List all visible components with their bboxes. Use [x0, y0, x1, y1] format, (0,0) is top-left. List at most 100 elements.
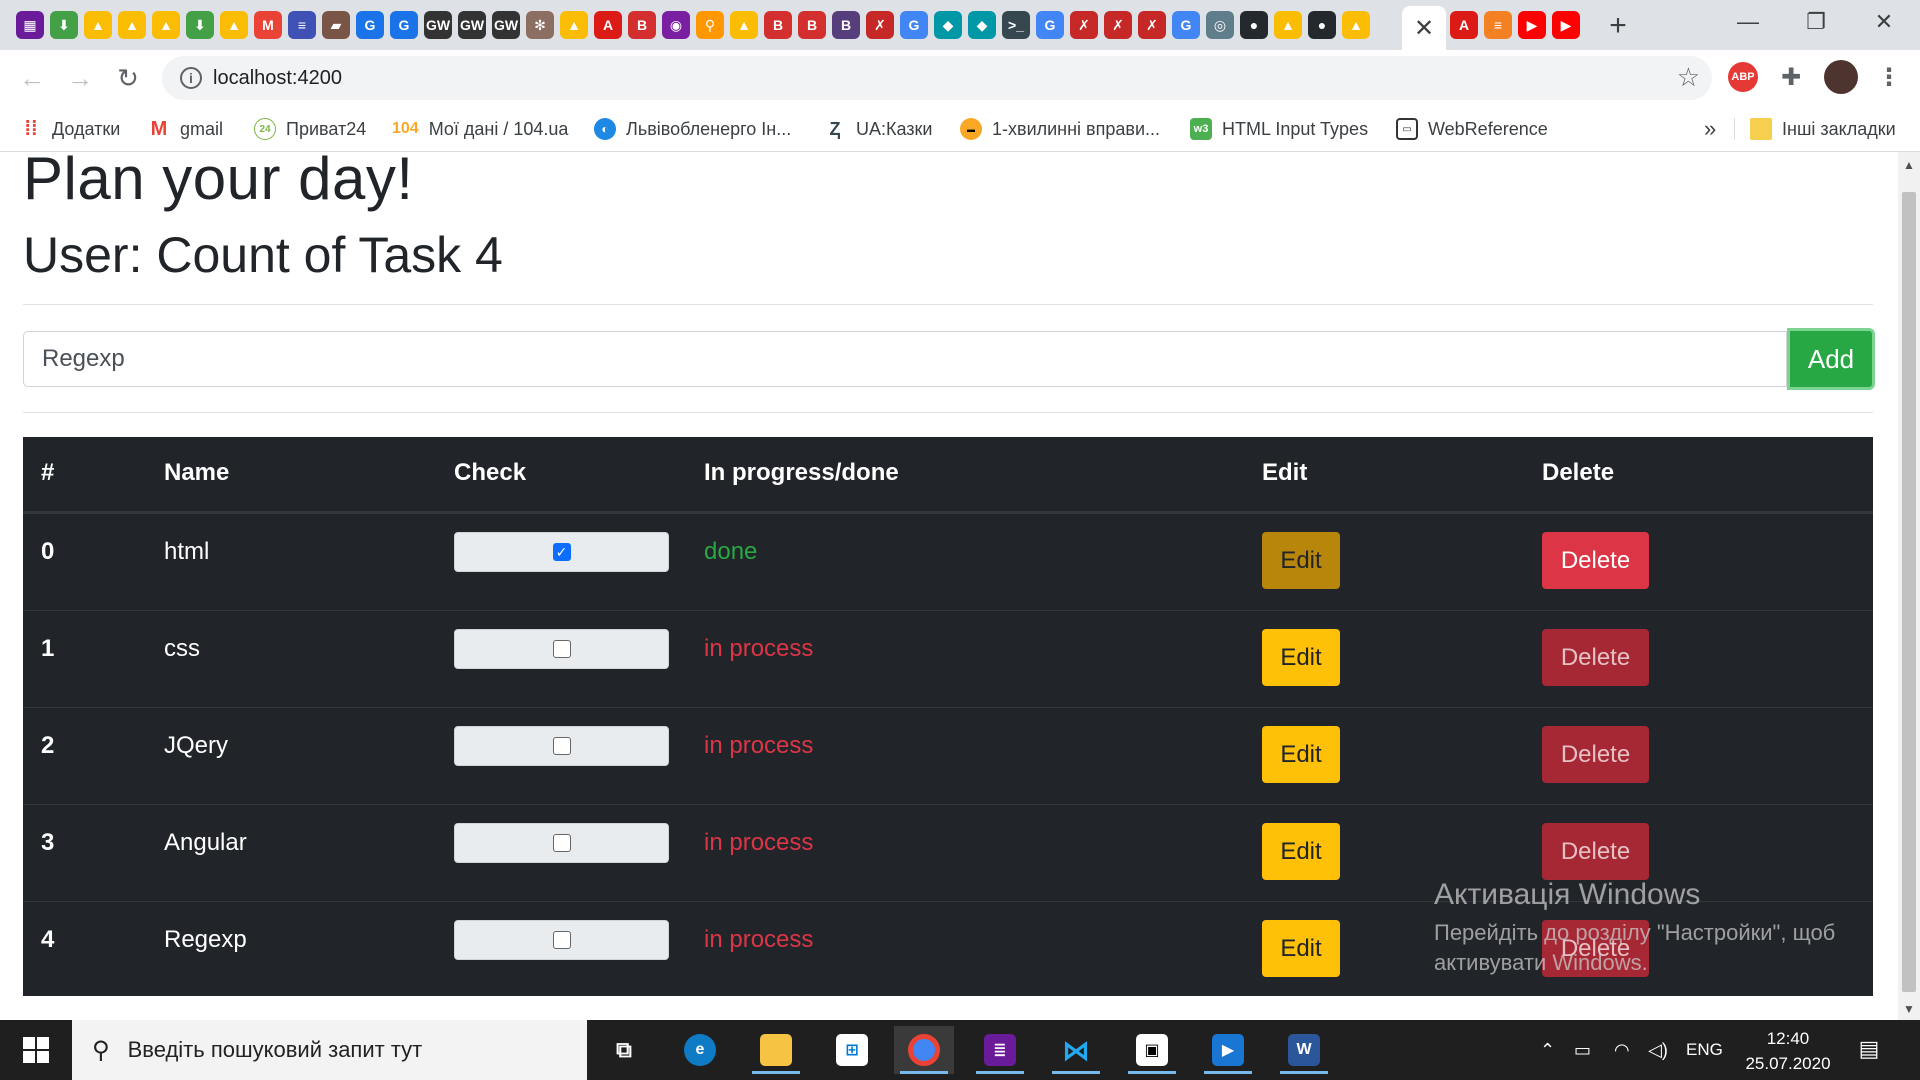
adblock-icon[interactable]: ABP — [1728, 62, 1758, 92]
tab-figure-icon[interactable]: ✗ — [1104, 11, 1132, 39]
tab-stackoverflow-icon[interactable]: ≡ — [1484, 11, 1512, 39]
tab-drive-icon[interactable]: ▲ — [84, 11, 112, 39]
tab-terminal-icon[interactable]: >_ — [1002, 11, 1030, 39]
volume-icon[interactable]: ◁) — [1648, 1020, 1668, 1080]
menu-kebab-icon[interactable]: ⋮ — [1874, 62, 1904, 92]
info-icon[interactable]: i — [180, 67, 202, 89]
url-text[interactable]: localhost:4200 — [213, 67, 342, 90]
tab-figure-icon[interactable]: ✗ — [866, 11, 894, 39]
address-bar[interactable]: i localhost:4200 ☆ — [162, 56, 1712, 100]
back-arrow-icon[interactable]: ← — [14, 60, 50, 96]
reload-icon[interactable]: ↻ — [110, 60, 146, 96]
active-tab[interactable]: ✕ — [1402, 6, 1446, 50]
taskbar-edge[interactable]: e — [670, 1026, 730, 1074]
tab-list-icon[interactable]: ≡ — [288, 11, 316, 39]
tab-tree-icon[interactable]: ✻ — [526, 11, 554, 39]
tab-angular-icon[interactable]: A — [594, 11, 622, 39]
tab-b-icon[interactable]: B — [798, 11, 826, 39]
tab-drive-icon[interactable]: ▲ — [152, 11, 180, 39]
edit-button[interactable]: Edit — [1262, 726, 1340, 783]
add-button[interactable]: Add — [1787, 328, 1875, 390]
edit-button[interactable]: Edit — [1262, 629, 1340, 686]
task-checkbox[interactable] — [552, 931, 571, 949]
tab-drive-icon[interactable]: ▲ — [1342, 11, 1370, 39]
restore-button[interactable]: ❐ — [1782, 0, 1850, 44]
taskbar-chrome[interactable] — [894, 1026, 954, 1074]
tab-github-icon[interactable]: ● — [1308, 11, 1336, 39]
scroll-up-arrow-icon[interactable]: ▲ — [1903, 158, 1915, 172]
bookmark-ua-kazky[interactable]: Ⱬ UA:Казки — [824, 115, 932, 143]
bookmark-gmail[interactable]: M gmail — [148, 115, 223, 143]
tab-github-icon[interactable]: ● — [1240, 11, 1268, 39]
tab-drive-icon[interactable]: ▲ — [220, 11, 248, 39]
taskbar-store[interactable]: ⊞ — [822, 1026, 882, 1074]
tab-drive-icon[interactable]: ▲ — [730, 11, 758, 39]
start-button[interactable] — [0, 1020, 72, 1080]
tab-bootstrap-icon[interactable]: B — [832, 11, 860, 39]
tab-translate-icon[interactable]: G — [356, 11, 384, 39]
taskbar-app[interactable]: ▣ — [1122, 1026, 1182, 1074]
tab-figure-icon[interactable]: ✗ — [1138, 11, 1166, 39]
delete-button[interactable]: Delete — [1542, 532, 1649, 589]
extensions-puzzle-icon[interactable]: ✚ — [1776, 62, 1806, 92]
edit-button[interactable]: Edit — [1262, 532, 1340, 589]
taskbar-winrar[interactable]: ≣ — [970, 1026, 1030, 1074]
taskbar-video[interactable]: ▶ — [1198, 1026, 1258, 1074]
taskbar-search[interactable]: ⚲ Введіть пошуковий запит тут — [72, 1020, 587, 1080]
bookmark-privat24[interactable]: 24 Приват24 — [254, 115, 366, 143]
other-bookmarks[interactable]: Інші закладки — [1750, 115, 1896, 143]
tab-google-icon[interactable]: G — [900, 11, 928, 39]
language-indicator[interactable]: ENG — [1686, 1020, 1723, 1080]
delete-button[interactable]: Delete — [1542, 726, 1649, 783]
tab-hat-icon[interactable]: ◆ — [934, 11, 962, 39]
bookmark-star-icon[interactable]: ☆ — [1677, 62, 1700, 93]
tab-youtube-icon[interactable]: ▶ — [1518, 11, 1546, 39]
delete-button[interactable]: Delete — [1542, 823, 1649, 880]
battery-icon[interactable]: ▭ — [1574, 1020, 1591, 1080]
tab-favicon-icon[interactable]: ▦ — [16, 11, 44, 39]
task-checkbox[interactable] — [552, 640, 571, 658]
tab-download-icon[interactable]: ⬇ — [186, 11, 214, 39]
tab-figure-icon[interactable]: ⚲ — [696, 11, 724, 39]
tab-b-icon[interactable]: B — [628, 11, 656, 39]
tab-image-icon[interactable]: ▰ — [322, 11, 350, 39]
tab-angular-icon[interactable]: A — [1450, 11, 1478, 39]
tab-google-icon[interactable]: G — [1036, 11, 1064, 39]
minimize-button[interactable]: — — [1714, 0, 1782, 44]
tray-chevron-icon[interactable]: ⌃ — [1540, 1020, 1555, 1080]
tab-figure-icon[interactable]: ✗ — [1070, 11, 1098, 39]
bookmark-104[interactable]: 104 Мої дані / 104.ua — [392, 115, 568, 143]
tab-gw-icon[interactable]: GW — [492, 11, 520, 39]
bookmarks-overflow-icon[interactable]: » — [1704, 115, 1716, 143]
taskbar-explorer[interactable] — [746, 1026, 806, 1074]
scrollbar-thumb[interactable] — [1902, 192, 1916, 992]
task-checkbox[interactable] — [552, 737, 571, 755]
close-window-button[interactable]: ✕ — [1850, 0, 1918, 44]
tab-drive-icon[interactable]: ▲ — [118, 11, 146, 39]
tab-eye-icon[interactable]: ◉ — [662, 11, 690, 39]
close-tab-icon[interactable]: ✕ — [1414, 14, 1434, 43]
bookmark-html-input-types[interactable]: w3 HTML Input Types — [1190, 115, 1368, 143]
bookmark-loe[interactable]: ◐ Львівобленерго Ін... — [594, 115, 791, 143]
scroll-down-arrow-icon[interactable]: ▼ — [1903, 1002, 1915, 1016]
bookmark-exercise[interactable]: ▬ 1-хвилинні вправи... — [960, 115, 1160, 143]
edit-button[interactable]: Edit — [1262, 920, 1340, 977]
notification-icon[interactable]: ▤ — [1854, 1034, 1884, 1064]
tab-b-icon[interactable]: B — [764, 11, 792, 39]
tab-youtube-icon[interactable]: ▶ — [1552, 11, 1580, 39]
taskbar-word[interactable]: W — [1274, 1026, 1334, 1074]
task-view-button[interactable]: ⧉ — [594, 1026, 654, 1074]
profile-avatar[interactable] — [1824, 60, 1858, 94]
wifi-icon[interactable]: ◠ — [1614, 1020, 1630, 1080]
task-checkbox[interactable] — [552, 834, 571, 852]
tab-drive-icon[interactable]: ▲ — [560, 11, 588, 39]
tab-drive-icon[interactable]: ▲ — [1274, 11, 1302, 39]
forward-arrow-icon[interactable]: → — [62, 60, 98, 96]
tab-gmail-icon[interactable]: M — [254, 11, 282, 39]
clock[interactable]: 12:40 25.07.2020 — [1738, 1026, 1838, 1076]
tab-download-icon[interactable]: ⬇ — [50, 11, 78, 39]
tab-gw-icon[interactable]: GW — [424, 11, 452, 39]
tab-hat-icon[interactable]: ◆ — [968, 11, 996, 39]
delete-button[interactable]: Delete — [1542, 629, 1649, 686]
bookmark-webreference[interactable]: ▭ WebReference — [1396, 115, 1548, 143]
